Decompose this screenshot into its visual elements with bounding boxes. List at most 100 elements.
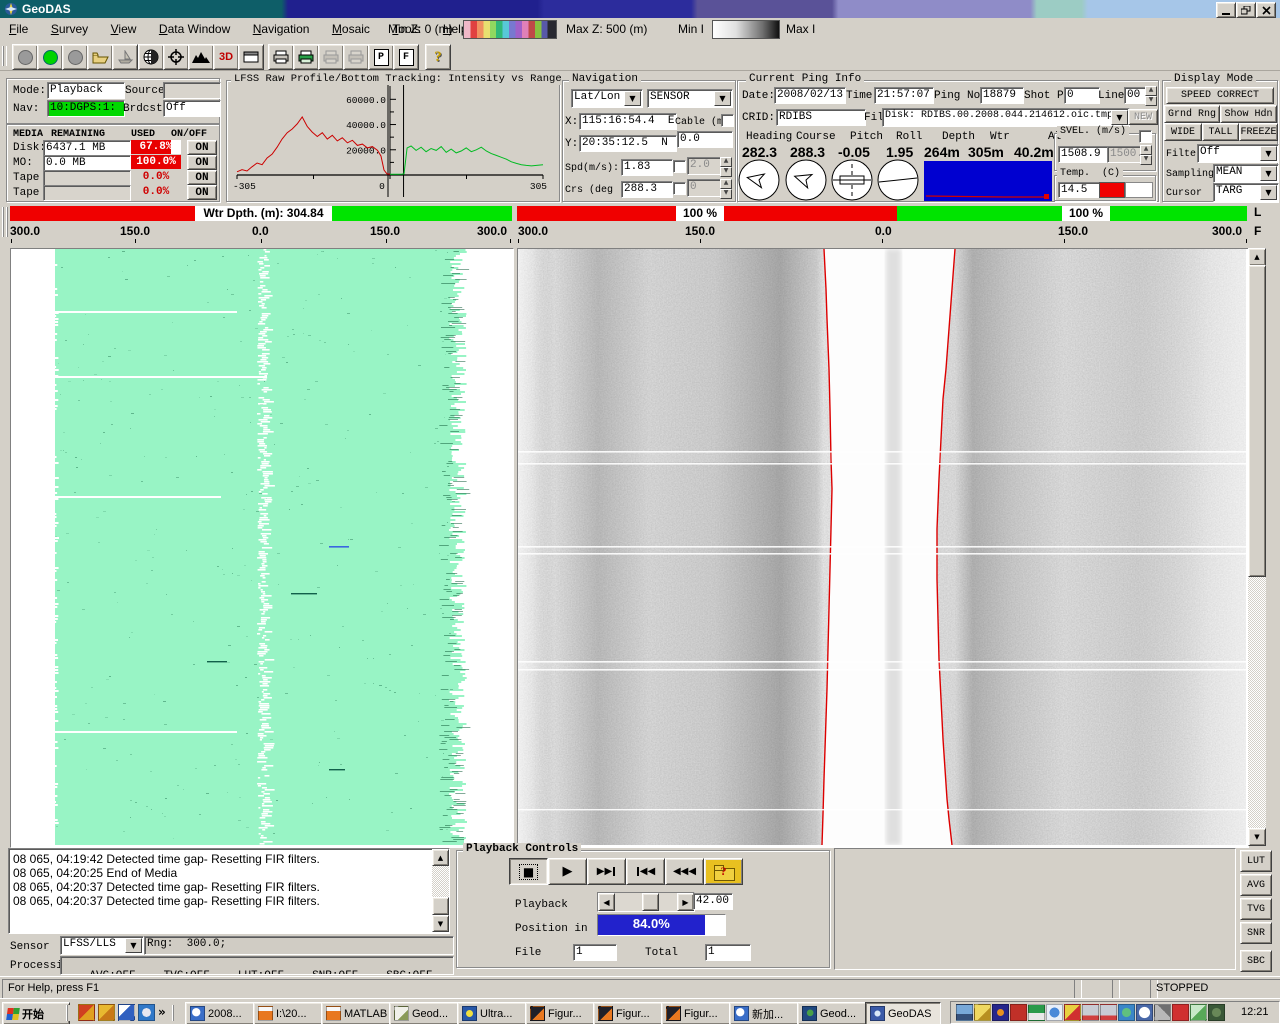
taskbar-app-button[interactable]: 2008... [185, 1002, 257, 1024]
rewind-button[interactable]: ◀◀◀ [665, 858, 704, 885]
tray-icon[interactable] [1010, 1004, 1027, 1021]
quicklaunch-overflow-chevron[interactable]: » [158, 1005, 166, 1019]
menu-file[interactable]: File [0, 18, 37, 36]
speed-field[interactable]: 1.83 [621, 159, 673, 176]
nav-source-field[interactable]: 10:DGPS:1: [47, 100, 125, 117]
tray-icon[interactable] [1136, 1004, 1153, 1021]
snr-button[interactable]: SNR [1240, 922, 1272, 944]
filter-combo[interactable]: Off▼ [1197, 144, 1279, 163]
tape1-on-button[interactable]: ON [187, 185, 217, 200]
chevron-down-icon[interactable]: ▼ [1111, 110, 1128, 125]
y-coordinate-field[interactable]: 20:35:12.5 N [579, 135, 677, 152]
tray-icon[interactable] [1082, 1004, 1099, 1021]
sensor-combo[interactable]: LFSS/LLS▼ [60, 936, 144, 955]
restore-button[interactable] [1236, 2, 1256, 18]
mo-on-button[interactable]: ON [187, 155, 217, 170]
playback-speed-field[interactable]: 42.00 [693, 893, 733, 910]
start-button[interactable]: 开始 [2, 1002, 70, 1024]
tray-icon[interactable] [1172, 1004, 1189, 1021]
fast-forward-button[interactable]: ▶▶ [587, 858, 626, 885]
spin-up-icon[interactable]: ▲ [1145, 86, 1157, 96]
tray-icon[interactable] [1046, 1004, 1063, 1021]
speed-spinner[interactable]: ▲▼ [720, 157, 732, 177]
scroll-up-button[interactable]: ▲ [1248, 248, 1266, 266]
lut-button[interactable]: LUT [1240, 850, 1272, 872]
speed-correct-button[interactable]: SPEED CORRECT [1166, 87, 1274, 104]
stop-playback-button[interactable]: ■ [509, 858, 548, 885]
log-scrollbar[interactable]: ▲ ▼ [432, 849, 449, 931]
globe-view-button[interactable] [138, 44, 164, 70]
print-setup-button[interactable] [343, 44, 369, 70]
menu-survey[interactable]: Survey [42, 18, 97, 36]
chevron-down-icon[interactable]: ▼ [1260, 166, 1277, 181]
file-combo[interactable]: Disk: RDIBS.00.2008.044.214612.oic.tmp▼ [882, 108, 1130, 127]
subbottom-waterfall-display[interactable] [10, 248, 514, 848]
tray-icon[interactable] [1064, 1004, 1081, 1021]
scrollbar-thumb[interactable] [432, 897, 449, 915]
tape0-on-button[interactable]: ON [187, 170, 217, 185]
taskbar-app-button[interactable]: MATLAB [321, 1002, 393, 1024]
scrollbar-thumb[interactable] [1248, 265, 1266, 577]
sbc-button[interactable]: SBC [1240, 950, 1272, 972]
taskbar-clock[interactable]: 12:21 [1241, 1006, 1269, 1018]
menu-data-window[interactable]: Data Window [150, 18, 239, 36]
open-playback-file-button[interactable]: ? [704, 858, 743, 885]
coord-format-combo[interactable]: Lat/Lon▼ [571, 89, 643, 108]
avg-button[interactable]: AVG [1240, 874, 1272, 896]
open-file-button[interactable] [87, 44, 113, 70]
sidescan-waterfall-display[interactable] [517, 248, 1249, 848]
chevron-down-icon[interactable]: ▼ [624, 91, 641, 106]
total-files-field[interactable]: 1 [705, 944, 751, 961]
brdcst-field[interactable]: Off [163, 100, 221, 117]
svel-checkbox[interactable] [1139, 130, 1152, 143]
menu-mosaic[interactable]: Mosaic [323, 18, 379, 36]
taskbar-app-button[interactable]: Geod... [389, 1002, 461, 1024]
scroll-up-button[interactable]: ▲ [432, 849, 449, 866]
sampling-combo[interactable]: MEAN▼ [1213, 164, 1279, 183]
spin-down-icon[interactable]: ▼ [1140, 155, 1152, 165]
survey-vessel-button[interactable] [112, 44, 138, 70]
chevron-down-icon[interactable]: ▼ [1260, 185, 1277, 200]
record-button[interactable] [12, 44, 38, 70]
spin-up-icon[interactable]: ▲ [720, 157, 732, 167]
tray-icon[interactable] [956, 1004, 973, 1021]
course-field[interactable]: 288.3 [621, 181, 673, 198]
tvg-button[interactable]: TVG [1240, 898, 1272, 920]
play-data-button[interactable] [37, 44, 63, 70]
taskbar-app-button[interactable]: Figur... [593, 1002, 665, 1024]
cable-checkbox[interactable] [721, 114, 734, 127]
message-log[interactable]: 08 065, 04:19:42 Detected time gap- Rese… [8, 848, 450, 934]
menu-navigation[interactable]: Navigation [244, 18, 319, 36]
crid-field[interactable]: RDIBS [776, 109, 866, 126]
tray-icon[interactable] [1100, 1004, 1117, 1021]
spin-up-icon[interactable]: ▲ [1140, 145, 1152, 155]
mode-field[interactable]: Playback [47, 82, 125, 99]
source-field[interactable] [163, 82, 221, 99]
print-preview-button[interactable] [318, 44, 344, 70]
slider-right-button[interactable]: ▶ [677, 893, 694, 911]
profile-window-button[interactable]: P [368, 44, 394, 70]
tall-button[interactable]: TALL [1202, 123, 1239, 141]
quicklaunch-icon[interactable] [78, 1004, 95, 1021]
three-d-view-button[interactable]: 3D [213, 44, 239, 70]
waterfall-scrollbar[interactable]: ▲ ▼ [1248, 248, 1266, 846]
scroll-down-button[interactable]: ▼ [1248, 828, 1266, 846]
speed-override-checkbox[interactable] [673, 160, 686, 173]
taskbar-app-button[interactable]: 新加... [729, 1002, 801, 1024]
spin-up-icon[interactable]: ▲ [720, 179, 732, 189]
file-window-button[interactable]: F [393, 44, 419, 70]
print-color-button[interactable] [293, 44, 319, 70]
line-spinner[interactable]: ▲▼ [1145, 86, 1157, 106]
freeze-button[interactable]: FREEZE [1239, 123, 1278, 141]
toolbar-grip[interactable] [2, 46, 7, 66]
play-button[interactable]: ▶ [548, 858, 587, 885]
taskbar-app-button[interactable]: Geod... [797, 1002, 869, 1024]
slider-left-button[interactable]: ◀ [598, 893, 615, 911]
chevron-down-icon[interactable]: ▼ [125, 938, 142, 953]
svel-field[interactable]: 1508.9 [1058, 146, 1108, 163]
tray-icon[interactable] [1028, 1004, 1045, 1021]
taskbar-app-button-active[interactable]: GeoDAS [865, 1002, 941, 1024]
cursor-combo[interactable]: TARG▼ [1213, 183, 1279, 202]
tray-icon[interactable] [974, 1004, 991, 1021]
stop-data-button[interactable] [62, 44, 88, 70]
